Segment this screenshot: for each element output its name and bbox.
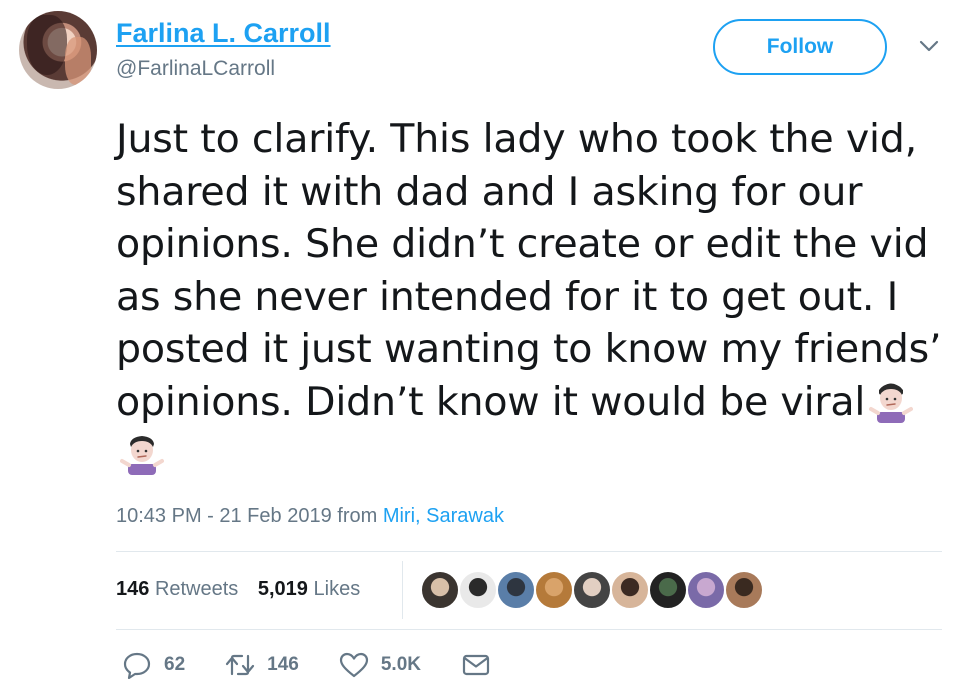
reply-count: 62 xyxy=(164,654,186,675)
engagement-stats: 146 Retweets 5,019 Likes xyxy=(116,578,360,601)
liker-avatar[interactable] xyxy=(610,570,650,610)
liker-avatar[interactable] xyxy=(458,570,498,610)
person-shrugging-icon xyxy=(869,383,914,423)
heart-icon xyxy=(339,652,368,678)
liker-avatar[interactable] xyxy=(572,570,612,610)
display-name[interactable]: Farlina L. Carroll xyxy=(116,18,331,49)
liker-avatar[interactable] xyxy=(534,570,574,610)
person-shrugging-icon xyxy=(120,436,164,475)
like-button[interactable]: 5.0K xyxy=(339,651,421,679)
reply-icon xyxy=(123,652,151,679)
reply-button[interactable]: 62 xyxy=(122,651,185,679)
liker-avatar[interactable] xyxy=(420,570,460,610)
direct-message-button[interactable] xyxy=(461,651,491,679)
liker-avatars xyxy=(420,570,764,610)
likes-label: Likes xyxy=(313,578,361,600)
stats-divider xyxy=(402,561,403,619)
retweet-button[interactable]: 146 xyxy=(225,651,299,679)
retweet-icon xyxy=(226,654,255,676)
like-count: 5.0K xyxy=(380,654,421,675)
divider xyxy=(116,551,942,552)
liker-avatar[interactable] xyxy=(724,570,764,610)
tweet-meta: 10:43 PM - 21 Feb 2019 from Miri, Sarawa… xyxy=(116,505,504,528)
retweet-count: 146 xyxy=(267,654,299,675)
follow-button[interactable]: Follow xyxy=(713,19,887,75)
chevron-down-icon[interactable] xyxy=(918,38,940,54)
likes-stat[interactable]: 5,019 Likes xyxy=(258,578,360,600)
retweets-stat[interactable]: 146 Retweets xyxy=(116,578,238,600)
location-link[interactable]: Miri, Sarawak xyxy=(383,505,504,527)
liker-avatar[interactable] xyxy=(686,570,726,610)
liker-avatar[interactable] xyxy=(496,570,536,610)
handle[interactable]: @FarlinaLCarroll xyxy=(116,57,275,81)
tweet-body: Just to clarify. This lady who took the … xyxy=(116,116,942,425)
timestamp[interactable]: 10:43 PM - 21 Feb 2019 xyxy=(116,505,332,527)
retweets-label: Retweets xyxy=(154,578,239,600)
retweets-count: 146 xyxy=(116,578,150,600)
avatar[interactable] xyxy=(19,11,97,89)
from-label: from xyxy=(337,505,378,527)
tweet-text: Just to clarify. This lady who took the … xyxy=(116,113,946,481)
envelope-icon xyxy=(462,654,490,676)
liker-avatar[interactable] xyxy=(648,570,688,610)
likes-count: 5,019 xyxy=(257,578,308,600)
action-bar: 62 146 5.0K xyxy=(122,651,531,679)
divider xyxy=(116,629,942,630)
